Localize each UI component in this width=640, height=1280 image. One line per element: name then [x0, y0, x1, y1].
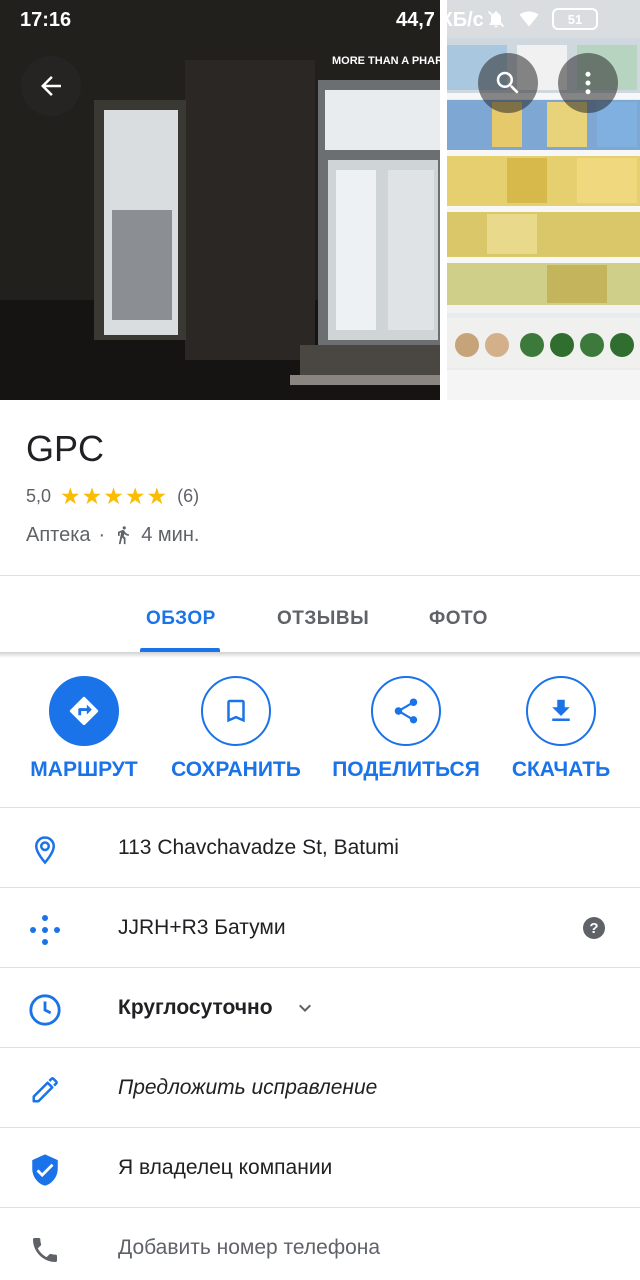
address-text: 113 Chavchavadze St, Batumi: [118, 836, 399, 859]
svg-text:?: ?: [589, 920, 598, 937]
add-phone-row[interactable]: Добавить номер телефона: [0, 1208, 640, 1280]
plus-code-row[interactable]: JJRH+R3 Батуми ?: [0, 888, 640, 968]
shelves-photo[interactable]: [447, 0, 640, 400]
save-circle[interactable]: [201, 676, 271, 746]
place-category: Аптека: [26, 523, 91, 546]
share-label: ПОДЕЛИТЬСЯ: [332, 758, 480, 781]
address-row[interactable]: 113 Chavchavadze St, Batumi: [0, 808, 640, 888]
search-icon: [496, 71, 519, 94]
meta-separator: ·: [98, 523, 106, 546]
share-circle[interactable]: [371, 676, 441, 746]
shelves-illustration: [447, 0, 640, 400]
walk-time: 4 мин.: [141, 523, 200, 546]
bookmark-icon: [227, 699, 245, 723]
share-button[interactable]: ПОДЕЛИТЬСЯ: [331, 676, 481, 782]
plus-code-icon: [25, 910, 65, 950]
save-label: СОХРАНИТЬ: [171, 758, 301, 781]
chevron-down-icon[interactable]: [293, 996, 317, 1025]
hours-text: Круглосуточно: [118, 996, 273, 1019]
owner-text: Я владелец компании: [118, 1156, 333, 1179]
wifi-icon: [519, 11, 539, 27]
help-icon[interactable]: ?: [582, 916, 606, 940]
pencil-icon: [25, 1070, 65, 1110]
walking-icon: [118, 526, 130, 545]
download-circle[interactable]: [526, 676, 596, 746]
directions-icon: [69, 696, 99, 726]
divider: [0, 575, 640, 576]
more-options-button[interactable]: [558, 53, 618, 113]
download-button[interactable]: СКАЧАТЬ: [486, 676, 636, 782]
rating-stars-icon: ★★★★★: [60, 483, 169, 509]
status-time: 17:16: [20, 9, 72, 31]
status-network-speed: 44,7 КБ/с: [396, 9, 484, 31]
share-icon: [394, 698, 418, 724]
directions-button[interactable]: МАРШРУТ: [9, 676, 159, 782]
hours-row[interactable]: Круглосуточно: [0, 968, 640, 1048]
tab-photos[interactable]: ФОТО: [429, 608, 488, 630]
more-vert-icon: [585, 71, 591, 95]
download-label: СКАЧАТЬ: [511, 758, 611, 781]
back-button[interactable]: [21, 56, 81, 116]
clock-icon: [25, 990, 65, 1030]
place-name: GPC: [26, 428, 105, 469]
location-pin-icon: [25, 830, 65, 870]
tab-overview[interactable]: ОБЗОР: [146, 608, 216, 630]
rating-row[interactable]: 5,0 ★★★★★ (6): [26, 483, 199, 510]
directions-circle[interactable]: [49, 676, 119, 746]
suggest-edit-row[interactable]: Предложить исправление: [0, 1048, 640, 1128]
status-icons: 51: [486, 8, 598, 30]
reviews-count: (6): [177, 486, 200, 506]
status-bar: 17:16 44,7 КБ/с 51: [0, 0, 640, 40]
header-photos[interactable]: MORE THAN A PHARMA: [0, 0, 640, 400]
suggest-edit-text: Предложить исправление: [118, 1076, 378, 1099]
notifications-off-icon: [487, 10, 505, 28]
tab-reviews[interactable]: ОТЗЫВЫ: [277, 608, 369, 630]
arrow-back-icon: [41, 76, 61, 96]
phone-icon: [25, 1230, 65, 1270]
meta-row: Аптека · 4 мин.: [26, 523, 199, 547]
tabs-shadow: [0, 652, 640, 658]
owner-row[interactable]: Я владелец компании: [0, 1128, 640, 1208]
store-sign: MORE THAN A PHARMA: [332, 55, 440, 67]
battery-indicator: 51: [552, 8, 598, 30]
search-button[interactable]: [478, 53, 538, 113]
add-phone-text: Добавить номер телефона: [118, 1236, 381, 1259]
download-icon: [552, 699, 570, 721]
verified-shield-icon: [25, 1150, 65, 1190]
directions-label: МАРШРУТ: [30, 758, 138, 781]
plus-code-text: JJRH+R3 Батуми: [118, 916, 286, 939]
save-button[interactable]: СОХРАНИТЬ: [161, 676, 311, 782]
rating-value: 5,0: [26, 486, 52, 506]
